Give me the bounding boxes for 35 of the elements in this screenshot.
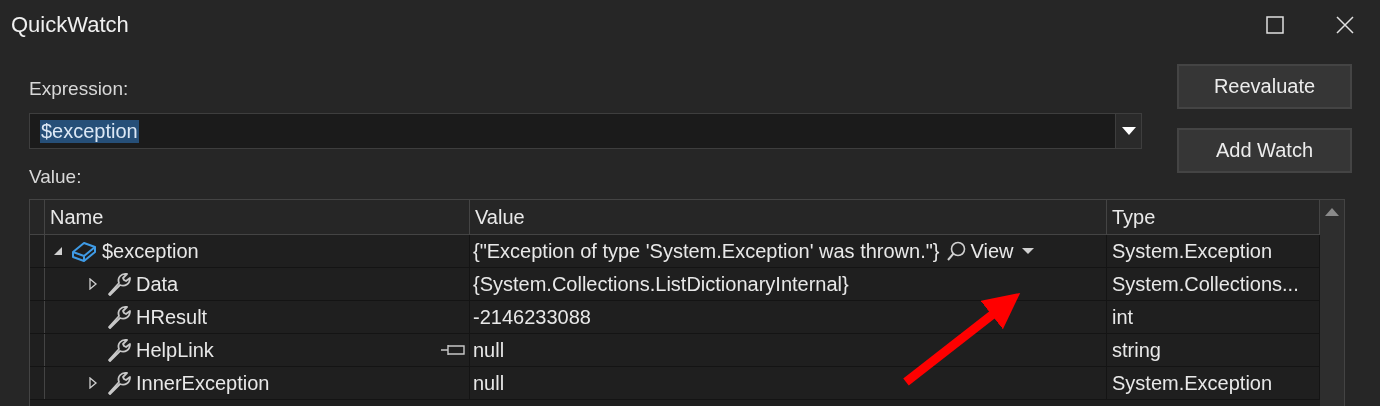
column-header[interactable]: Name	[45, 200, 470, 234]
expand-arrow-icon[interactable]	[87, 377, 99, 389]
search-icon[interactable]	[945, 240, 968, 262]
dropdown-button[interactable]	[1115, 114, 1141, 148]
collapse-arrow-icon[interactable]	[53, 245, 65, 257]
variable-name: Data	[136, 272, 179, 296]
variable-value: {"Exception of type 'System.Exception' was thrown."}	[473, 239, 940, 263]
close-icon[interactable]	[1336, 16, 1354, 34]
value-label: Value:	[29, 166, 83, 189]
view-button[interactable]: View	[970, 239, 1014, 263]
variable-value: -2146233088	[473, 305, 591, 329]
variable-name: InnerException	[136, 371, 270, 395]
column-header[interactable]: Value	[470, 200, 1107, 234]
variable-value: null	[473, 338, 505, 362]
scrollbar[interactable]	[1320, 200, 1344, 406]
wrench-icon	[105, 370, 131, 396]
variable-name: $exception	[102, 239, 199, 263]
dialog-button[interactable]: Reevaluate	[1177, 64, 1352, 109]
pin-icon[interactable]	[440, 343, 466, 357]
scroll-up-icon[interactable]	[1325, 208, 1339, 216]
window-title: QuickWatch	[11, 12, 129, 38]
caret-icon[interactable]	[1021, 247, 1034, 255]
expand-arrow-icon[interactable]	[87, 278, 99, 290]
caret-icon	[1121, 127, 1136, 135]
dialog-button[interactable]: Add Watch	[1177, 128, 1352, 173]
wrench-icon	[105, 337, 131, 363]
wrench-icon	[105, 304, 131, 330]
variable-name: HelpLink	[136, 338, 214, 362]
variable-value: null	[473, 371, 505, 395]
variable-value: {System.Collections.ListDictionaryInternal}	[473, 272, 849, 296]
expression-label: Expression:	[29, 78, 130, 101]
wrench-icon	[105, 271, 131, 297]
maximize-icon[interactable]	[1266, 16, 1284, 34]
variable-name: HResult	[136, 305, 208, 329]
expression-field[interactable]: $exception	[29, 113, 1142, 149]
